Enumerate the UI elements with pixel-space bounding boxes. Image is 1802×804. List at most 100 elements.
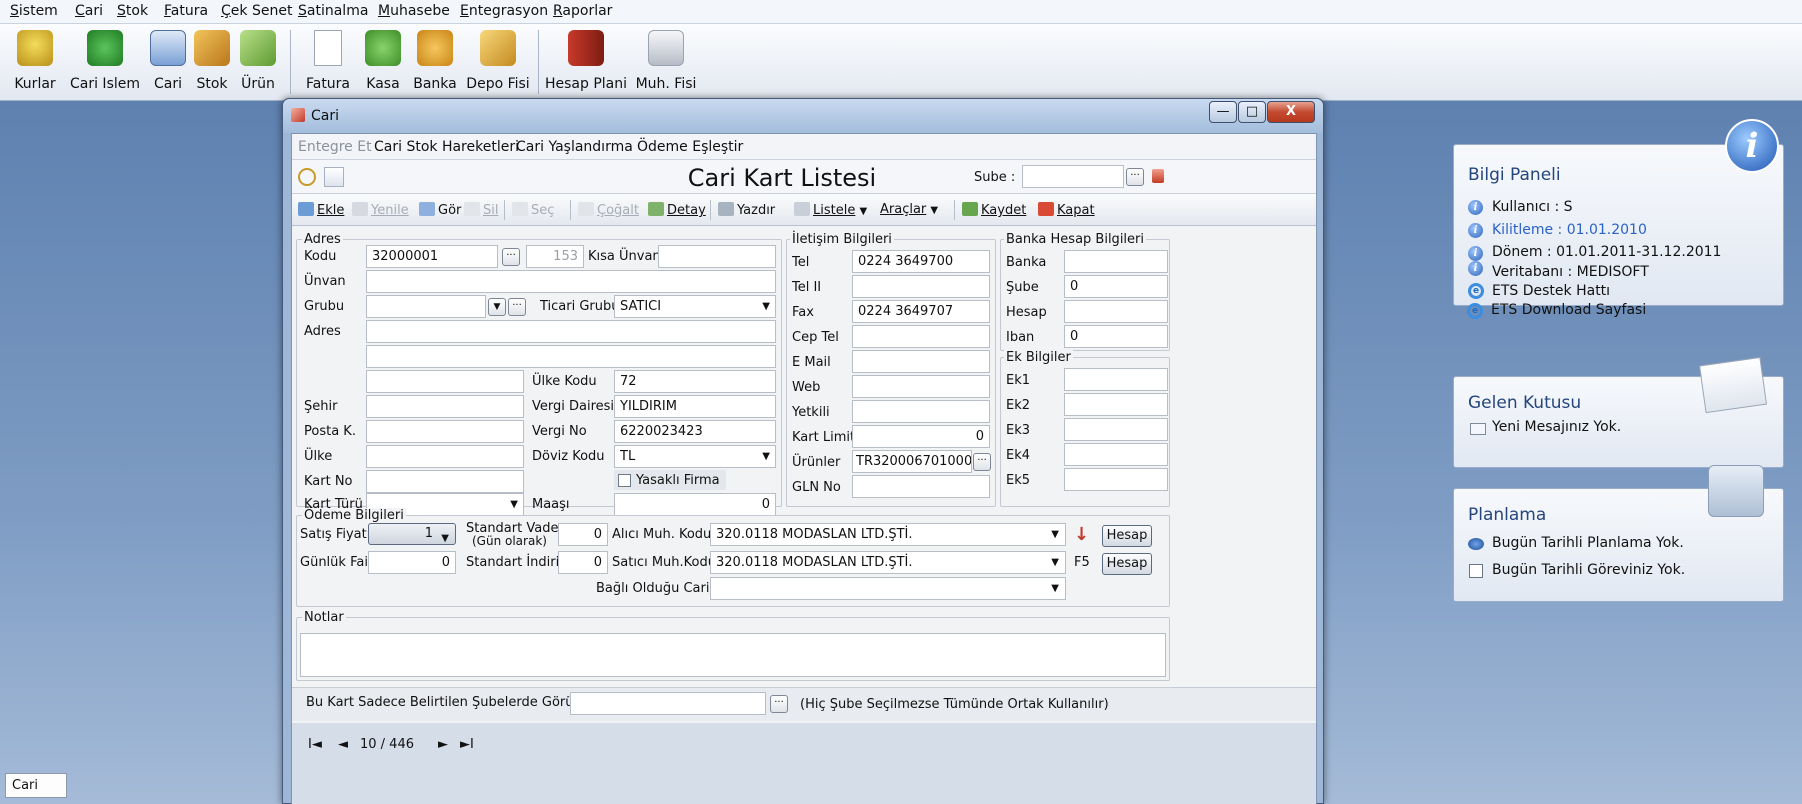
grubu-dropdown-button[interactable]: ▼ — [488, 298, 506, 316]
gor-button[interactable]: Gör — [419, 202, 461, 218]
yazdir-button[interactable]: Yazdır — [718, 202, 775, 218]
menu-muhasebe[interactable]: Muhasebe — [378, 3, 450, 19]
submenu-odeme-eslestir[interactable]: Ödeme Eşleştir — [637, 139, 743, 155]
menu-cari[interactable]: Cari — [75, 3, 103, 19]
yenile-button[interactable]: Yenile — [352, 202, 409, 218]
yetkili-input[interactable] — [852, 400, 990, 423]
menu-entegrasyon[interactable]: Entegrasyon — [460, 3, 548, 19]
taskbar-cari-item[interactable]: Cari — [5, 773, 67, 798]
toolbar-muh-fisi-button[interactable]: Muh. Fisi — [634, 26, 698, 98]
listele-button[interactable]: Listele ▼ — [794, 202, 867, 218]
key-icon[interactable] — [298, 168, 316, 186]
yasakli-firma-checkbox[interactable] — [618, 474, 631, 487]
cogalt-button[interactable]: Çoğalt — [578, 202, 639, 218]
grubu-browse-button[interactable]: ··· — [508, 298, 526, 316]
ek3-input[interactable] — [1064, 418, 1168, 441]
standart-vade-input[interactable]: 0 — [558, 523, 608, 546]
ets-download-link[interactable]: ETS Download Sayfasi — [1491, 302, 1646, 318]
kodu-browse-button[interactable]: ··· — [502, 248, 520, 266]
alici-hesap-button[interactable]: Hesap — [1102, 525, 1152, 547]
toolbar-cari-button[interactable]: Cari — [148, 26, 188, 98]
sube-visibility-browse-button[interactable]: ··· — [770, 695, 788, 713]
toolbar-kurlar-button[interactable]: Kurlar — [8, 26, 62, 98]
ek4-input[interactable] — [1064, 443, 1168, 466]
toolbar-hesap-plani-button[interactable]: Hesap Plani — [544, 26, 628, 98]
maximize-button[interactable]: □ — [1238, 101, 1266, 123]
ulke-kodu-input[interactable]: 72 — [614, 370, 776, 393]
ek2-input[interactable] — [1064, 393, 1168, 416]
toolbar-fatura-button[interactable]: Fatura — [300, 26, 356, 98]
banka-input[interactable] — [1064, 250, 1168, 273]
urunler-input[interactable]: TR32000670100000C — [852, 450, 972, 473]
nav-prev-button[interactable]: ◄ — [338, 737, 348, 752]
adres-line-3[interactable] — [366, 370, 524, 393]
unvan-input[interactable] — [366, 270, 776, 293]
window-titlebar[interactable]: Cari — □ X — [283, 99, 1323, 133]
toolbar-banka-button[interactable]: Banka — [410, 26, 460, 98]
sec-button[interactable]: Seç — [512, 202, 554, 218]
submenu-entegre-et[interactable]: Entegre Et — [298, 139, 372, 155]
ek5-input[interactable] — [1064, 468, 1168, 491]
adres-line-2[interactable] — [366, 345, 776, 368]
maasi-input[interactable]: 0 — [614, 493, 776, 516]
toolbar-kasa-button[interactable]: Kasa — [362, 26, 404, 98]
sube-visibility-input[interactable] — [570, 692, 766, 715]
banka-sube-input[interactable]: 0 — [1064, 275, 1168, 298]
kodu-input[interactable]: 32000001 — [366, 245, 498, 268]
web-input[interactable] — [852, 375, 990, 398]
kapat-button[interactable]: Kapat — [1038, 202, 1095, 218]
grubu-input[interactable] — [366, 295, 486, 318]
sil-button[interactable]: Sil — [464, 202, 498, 218]
toolbar-urun-button[interactable]: Ürün — [236, 26, 280, 98]
arrow-down-icon[interactable]: ↓ — [1074, 524, 1089, 545]
toolbar-stok-button[interactable]: Stok — [192, 26, 232, 98]
sehir-input[interactable] — [366, 395, 524, 418]
ulke-input[interactable] — [366, 445, 524, 468]
submenu-cari-stok-hareketleri[interactable]: Cari Stok Hareketleri — [374, 139, 519, 155]
posta-input[interactable] — [366, 420, 524, 443]
sube-browse-button[interactable]: ··· — [1126, 168, 1144, 186]
menu-satinalma[interactable]: Satinalma — [298, 3, 368, 19]
menu-stok[interactable]: Stok — [117, 3, 148, 19]
toolbar-depo-fisi-button[interactable]: Depo Fisi — [466, 26, 530, 98]
araclar-button[interactable]: Araçlar ▼ — [880, 202, 938, 217]
vergi-no-input[interactable]: 6220023423 — [614, 420, 776, 443]
close-button[interactable]: X — [1267, 101, 1315, 123]
nav-first-button[interactable]: I◄ — [308, 737, 322, 752]
gunluk-faiz-input[interactable]: 0 — [368, 551, 456, 574]
doviz-select[interactable]: TL ▼ — [614, 445, 776, 468]
nav-next-button[interactable]: ► — [438, 737, 448, 752]
email-input[interactable] — [852, 350, 990, 373]
ek1-input[interactable] — [1064, 368, 1168, 391]
notlar-textarea[interactable] — [300, 633, 1166, 677]
minimize-button[interactable]: — — [1209, 101, 1237, 123]
view-icon[interactable] — [324, 167, 344, 187]
adres-line-1[interactable] — [366, 320, 776, 343]
alici-muh-select[interactable]: 320.0118 MODASLAN LTD.ŞTİ. ▼ — [710, 523, 1066, 546]
fax-input[interactable]: 0224 3649707 — [852, 300, 990, 323]
vergi-dairesi-input[interactable]: YILDIRIM — [614, 395, 776, 418]
ets-destek-link[interactable]: ETS Destek Hattı — [1492, 283, 1610, 299]
bagli-cari-select[interactable]: ▼ — [710, 577, 1066, 600]
nav-last-button[interactable]: ►I — [460, 737, 474, 752]
sube-input[interactable] — [1022, 165, 1124, 188]
kaydet-button[interactable]: Kaydet — [962, 202, 1026, 218]
ekle-button[interactable]: Ekle — [298, 202, 344, 218]
menu-fatura[interactable]: Fatura — [164, 3, 208, 19]
ticari-grubu-select[interactable]: SATICI ▼ — [614, 295, 776, 318]
tel2-input[interactable] — [852, 275, 990, 298]
iban-input[interactable]: 0 — [1064, 325, 1168, 348]
kisa-unvan-input[interactable] — [658, 245, 776, 268]
submenu-cari-yaslandirma[interactable]: Cari Yaşlandırma — [516, 139, 633, 155]
cep-input[interactable] — [852, 325, 990, 348]
menu-sistem[interactable]: Sistem — [10, 3, 58, 19]
satis-fiyati-select[interactable]: 1 ▼ — [368, 523, 456, 545]
toolbar-cari-islem-button[interactable]: Cari Islem — [68, 26, 142, 98]
urunler-browse-button[interactable]: ··· — [973, 453, 991, 471]
tel-input[interactable]: 0224 3649700 — [852, 250, 990, 273]
kart-no-input[interactable] — [366, 470, 524, 493]
menu-raporlar[interactable]: Raporlar — [553, 3, 612, 19]
gln-input[interactable] — [852, 475, 990, 498]
satici-hesap-button[interactable]: Hesap — [1102, 553, 1152, 575]
menu-cek-senet[interactable]: Çek Senet — [221, 3, 292, 19]
